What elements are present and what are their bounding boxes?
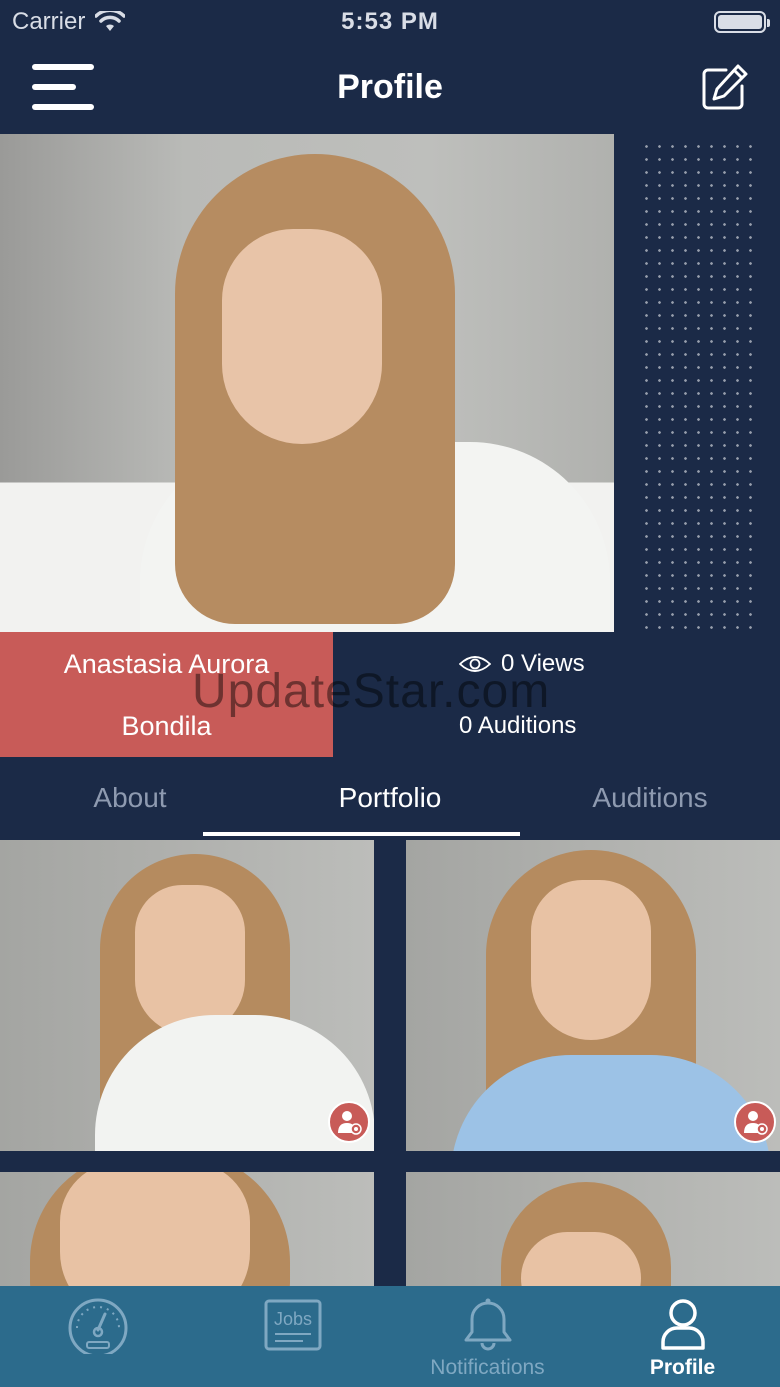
- status-bar: Carrier 5:53 PM: [0, 0, 780, 44]
- nav-bar: Profile: [0, 44, 780, 134]
- active-tab-indicator: [203, 832, 520, 836]
- tabbar-profile[interactable]: Profile: [585, 1286, 780, 1387]
- portfolio-grid: [0, 840, 780, 1286]
- portfolio-item[interactable]: [406, 840, 780, 1151]
- portfolio-item[interactable]: [0, 840, 374, 1151]
- bottom-tab-bar: Jobs Notifications Profile: [0, 1286, 780, 1387]
- watermark: UpdateStar.com: [192, 665, 551, 718]
- tabbar-jobs[interactable]: Jobs: [195, 1286, 390, 1387]
- jobs-icon-text: Jobs: [273, 1309, 311, 1329]
- tabbar-notifications[interactable]: Notifications: [390, 1286, 585, 1387]
- bell-icon: [464, 1298, 511, 1351]
- photo-badge-icon: [328, 1101, 370, 1143]
- portfolio-item[interactable]: [0, 1172, 374, 1286]
- page-title: Profile: [337, 68, 443, 106]
- speedometer-icon: [68, 1298, 127, 1354]
- tab-auditions[interactable]: Auditions: [520, 782, 780, 814]
- dot-pattern-decoration: [640, 140, 755, 635]
- tabbar-dashboard[interactable]: [0, 1286, 195, 1387]
- photo-badge-icon: [734, 1101, 776, 1143]
- profile-photo[interactable]: [0, 134, 614, 632]
- tab-about[interactable]: About: [0, 782, 260, 814]
- tabbar-notifications-label: Notifications: [430, 1356, 545, 1379]
- person-icon: [660, 1299, 705, 1350]
- jobs-icon: Jobs: [264, 1299, 321, 1351]
- tab-portfolio[interactable]: Portfolio: [260, 782, 520, 814]
- profile-tabs: About Portfolio Auditions: [0, 760, 780, 840]
- edit-profile-button[interactable]: [698, 62, 750, 114]
- battery-icon: [714, 11, 770, 33]
- clock: 5:53 PM: [341, 8, 439, 35]
- portfolio-item[interactable]: [406, 1172, 780, 1286]
- tabbar-profile-label: Profile: [649, 1356, 716, 1379]
